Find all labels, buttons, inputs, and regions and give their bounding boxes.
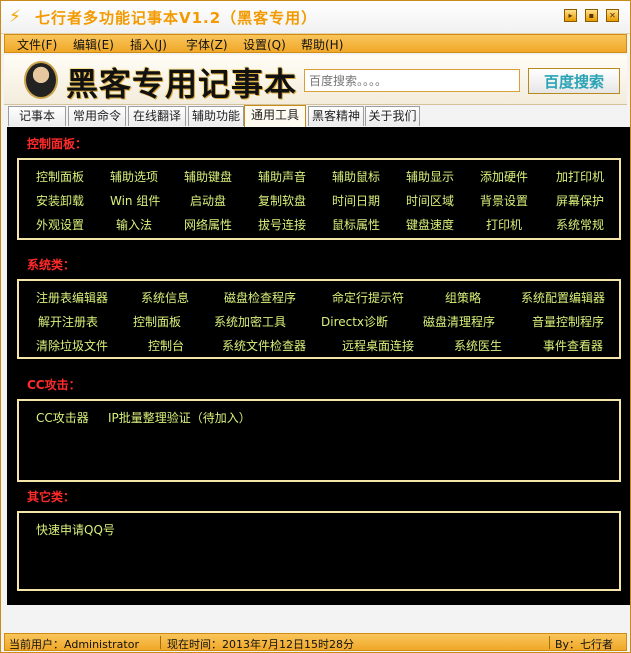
control-panel-box: 控制面板 辅助选项 辅助键盘 辅助声音 辅助鼠标 辅助显示 添加硬件 加打印机 … [17, 158, 621, 240]
tool-item[interactable]: 快速申请QQ号 [36, 521, 115, 538]
tool-item[interactable]: 屏幕保护 [556, 192, 604, 209]
menu-file[interactable]: 文件(F) [17, 36, 57, 53]
menu-help[interactable]: 帮助(H) [301, 36, 343, 53]
tool-item[interactable]: 辅助显示 [406, 168, 454, 185]
tool-item[interactable]: 背景设置 [480, 192, 528, 209]
system-box: 注册表编辑器 系统信息 磁盘检查程序 命定行提示符 组策略 系统配置编辑器 解开… [17, 279, 621, 359]
status-time: 现在时间：2013年7月12日15时28分 [167, 638, 354, 651]
hacker-avatar-icon [24, 61, 58, 99]
cc-attack-box: CC攻击器 IP批量整理验证（待加入） [17, 399, 621, 482]
section-title-other: 其它类： [27, 490, 76, 504]
tool-item[interactable]: 系统信息 [141, 289, 189, 306]
tool-item[interactable]: 远程桌面连接 [342, 337, 414, 354]
tool-item[interactable]: 磁盘清理程序 [423, 313, 495, 330]
other-box: 快速申请QQ号 [17, 511, 621, 591]
tool-item[interactable]: 输入法 [116, 216, 152, 233]
tool-item[interactable]: 键盘速度 [406, 216, 454, 233]
tool-item[interactable]: Win 组件 [110, 192, 160, 209]
title-bar[interactable]: ⚡ 七行者多功能记事本V1.2（黑客专用） ▸ ▪ ✕ [1, 1, 630, 34]
tab-about-us[interactable]: 关于我们 [365, 106, 420, 126]
tool-item[interactable]: 辅助声音 [258, 168, 306, 185]
tool-item[interactable]: 注册表编辑器 [36, 289, 108, 306]
tool-item[interactable]: 网络属性 [184, 216, 232, 233]
tool-item[interactable]: 安装卸载 [36, 192, 84, 209]
baidu-search-button[interactable]: 百度搜索 [528, 68, 620, 94]
tool-item[interactable]: 辅助键盘 [184, 168, 232, 185]
section-title-system: 系统类： [27, 258, 76, 272]
status-author: By：七行者 [555, 638, 614, 651]
tool-item[interactable]: 时间日期 [332, 192, 380, 209]
tool-item[interactable]: Directx诊断 [321, 313, 388, 330]
app-window: ⚡ 七行者多功能记事本V1.2（黑客专用） ▸ ▪ ✕ 文件(F) 编辑(E) … [0, 0, 631, 653]
section-title-control-panel: 控制面板： [27, 137, 88, 151]
tool-item[interactable]: 鼠标属性 [332, 216, 380, 233]
menu-insert[interactable]: 插入(J) [130, 36, 167, 53]
tool-item[interactable]: 控制台 [148, 337, 184, 354]
tool-item[interactable]: 外观设置 [36, 216, 84, 233]
tool-item[interactable]: 控制面板 [36, 168, 84, 185]
tool-item[interactable]: 系统加密工具 [214, 313, 286, 330]
tool-item[interactable]: 磁盘检查程序 [224, 289, 296, 306]
tool-item[interactable]: 控制面板 [133, 313, 181, 330]
tab-hacker-spirit[interactable]: 黑客精神 [308, 106, 364, 126]
tool-item[interactable]: 组策略 [445, 289, 481, 306]
window-title: 七行者多功能记事本V1.2（黑客专用） [35, 9, 318, 27]
section-title-cc-attack: CC攻击： [27, 378, 81, 392]
tools-panel: 控制面板： 控制面板 辅助选项 辅助键盘 辅助声音 辅助鼠标 辅助显示 添加硬件… [7, 127, 630, 605]
tab-notepad[interactable]: 记事本 [8, 106, 66, 126]
tool-item[interactable]: 音量控制程序 [532, 313, 604, 330]
tool-item[interactable]: 系统常规 [556, 216, 604, 233]
logo-text: 黑客专用记事本 [66, 65, 298, 103]
status-bar: 当前用户：Administrator 现在时间：2013年7月12日15时28分… [4, 633, 627, 651]
tool-item[interactable]: 事件查看器 [543, 337, 603, 354]
tool-item[interactable]: 时间区域 [406, 192, 454, 209]
tool-item[interactable]: 系统文件检查器 [222, 337, 306, 354]
tool-item[interactable]: 辅助鼠标 [332, 168, 380, 185]
tab-strip: 记事本 常用命令 在线翻译 辅助功能 通用工具 黑客精神 关于我们 [4, 105, 627, 127]
status-user: 当前用户：Administrator [9, 638, 139, 651]
tool-item[interactable]: 命定行提示符 [332, 289, 404, 306]
tab-online-translate[interactable]: 在线翻译 [128, 106, 186, 126]
tool-item[interactable]: 辅助选项 [110, 168, 158, 185]
tab-general-tools[interactable]: 通用工具 [244, 105, 306, 127]
menu-font[interactable]: 字体(Z) [186, 36, 228, 53]
tool-item[interactable]: 启动盘 [190, 192, 226, 209]
tool-item[interactable]: 清除垃圾文件 [36, 337, 108, 354]
restore-button[interactable]: ▪ [585, 9, 598, 22]
status-divider [160, 636, 161, 649]
tool-item[interactable]: 系统医生 [454, 337, 502, 354]
tool-item[interactable]: 添加硬件 [480, 168, 528, 185]
menu-settings[interactable]: 设置(Q) [243, 36, 286, 53]
tool-item[interactable]: CC攻击器 [36, 409, 89, 426]
tool-item[interactable]: 拔号连接 [258, 216, 306, 233]
banner: 黑客专用记事本 百度搜索 [4, 55, 627, 105]
tab-common-commands[interactable]: 常用命令 [68, 106, 126, 126]
menu-bar: 文件(F) 编辑(E) 插入(J) 字体(Z) 设置(Q) 帮助(H) [4, 34, 627, 53]
tool-item[interactable]: 加打印机 [556, 168, 604, 185]
tool-item[interactable]: 打印机 [486, 216, 522, 233]
tool-item[interactable]: 系统配置编辑器 [521, 289, 605, 306]
close-button[interactable]: ✕ [606, 9, 619, 22]
baidu-search-input[interactable] [304, 69, 520, 92]
tool-item[interactable]: 复制软盘 [258, 192, 306, 209]
tool-item[interactable]: IP批量整理验证（待加入） [108, 409, 251, 426]
menu-edit[interactable]: 编辑(E) [73, 36, 114, 53]
lightning-app-icon: ⚡ [9, 7, 21, 27]
status-divider [549, 636, 550, 649]
tab-assist-functions[interactable]: 辅助功能 [188, 106, 244, 126]
tool-item[interactable]: 解开注册表 [38, 313, 98, 330]
minimize-button[interactable]: ▸ [564, 9, 577, 22]
